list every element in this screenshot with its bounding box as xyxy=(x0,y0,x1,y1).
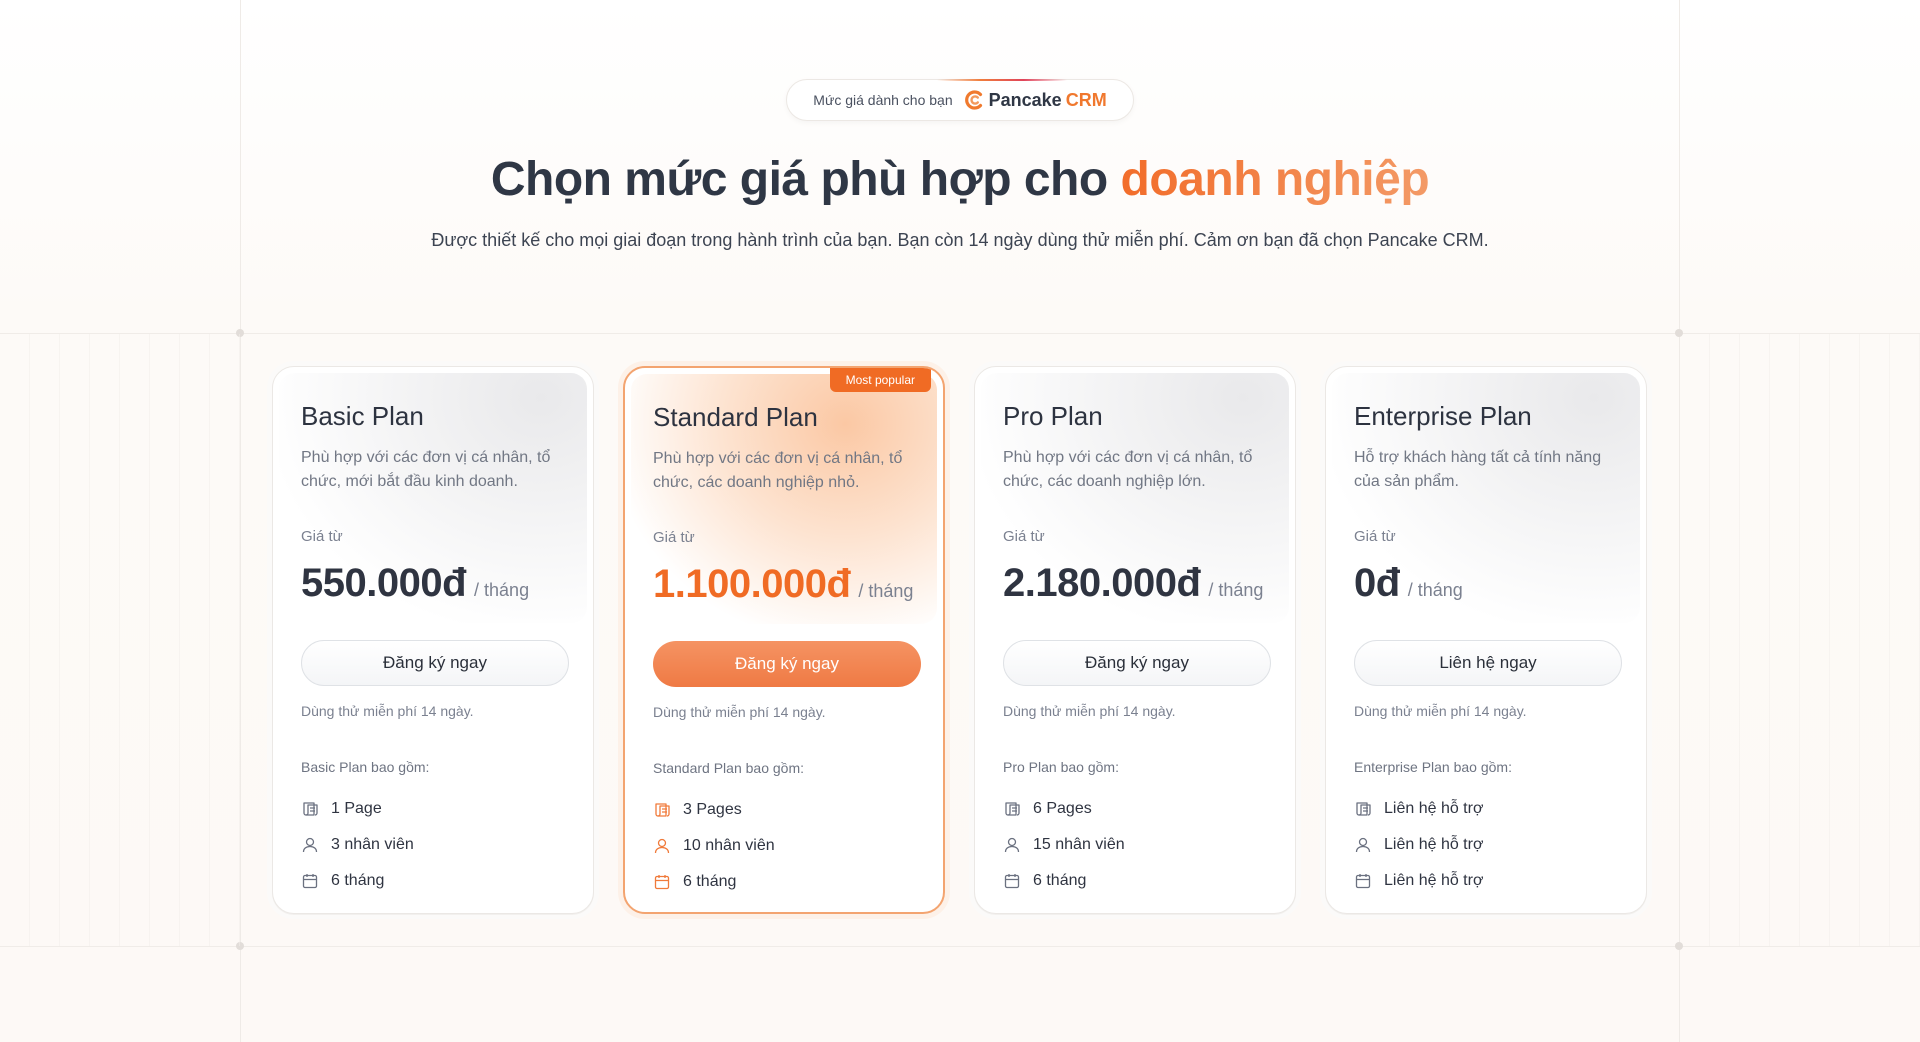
feature-text: 3 nhân viên xyxy=(331,836,414,853)
contact-button[interactable]: Liên hệ ngay xyxy=(1354,640,1622,686)
feature-list: 6 Pages 15 nhân viên 6 tháng xyxy=(1003,791,1267,899)
feature-text: 6 tháng xyxy=(331,872,385,889)
feature-text: 3 Pages xyxy=(683,801,742,818)
logo-suffix: CRM xyxy=(1065,89,1107,110)
feature-list: 1 Page 3 nhân viên 6 tháng xyxy=(301,791,565,899)
user-icon xyxy=(1003,836,1021,854)
plan-price: 2.180.000đ xyxy=(1003,561,1201,605)
feature-text: Liên hệ hỗ trợ xyxy=(1384,800,1484,817)
plan-card-pro: Pro Plan Phù hợp với các đơn vị cá nhân,… xyxy=(974,366,1296,914)
feature-text: Liên hệ hỗ trợ xyxy=(1384,836,1484,853)
plan-name: Standard Plan xyxy=(653,402,818,432)
feature-text: 6 tháng xyxy=(683,873,737,890)
pages-icon xyxy=(653,801,671,819)
includes-label: Enterprise Plan bao gồm: xyxy=(1354,759,1512,775)
price-period: / tháng xyxy=(1208,580,1264,600)
plan-card-standard: Most popular Standard Plan Phù hợp với c… xyxy=(623,366,945,914)
plan-description: Hỗ trợ khách hàng tất cả tính năng của s… xyxy=(1354,449,1602,490)
feature-item: 10 nhân viên xyxy=(653,828,915,864)
feature-text: 6 Pages xyxy=(1033,800,1092,817)
plan-name: Pro Plan xyxy=(1003,401,1103,431)
pages-icon xyxy=(301,800,319,818)
feature-text: 15 nhân viên xyxy=(1033,836,1125,853)
pancake-logo-icon xyxy=(964,90,982,110)
price-label: Giá từ xyxy=(1003,528,1045,545)
side-pattern-left xyxy=(0,334,240,946)
plan-card-basic: Basic Plan Phù hợp với các đơn vị cá nhâ… xyxy=(272,366,594,914)
plan-description: Phù hợp với các đơn vị cá nhân, tổ chức,… xyxy=(653,450,903,491)
trial-note: Dùng thử miễn phí 14 ngày. xyxy=(1003,703,1176,719)
most-popular-badge: Most popular xyxy=(829,368,931,392)
pages-icon xyxy=(1354,800,1372,818)
feature-text: 1 Page xyxy=(331,800,382,817)
feature-list: 3 Pages 10 nhân viên 6 tháng xyxy=(653,792,915,900)
price-label: Giá từ xyxy=(653,529,695,546)
feature-text: 10 nhân viên xyxy=(683,837,775,854)
plan-price: 1.100.000đ xyxy=(653,562,851,606)
includes-label: Standard Plan bao gồm: xyxy=(653,760,804,776)
price-period: / tháng xyxy=(474,580,530,600)
pancake-crm-logo: Pancake CRM xyxy=(964,89,1107,111)
feature-item: Liên hệ hỗ trợ xyxy=(1354,791,1618,827)
feature-list: Liên hệ hỗ trợ Liên hệ hỗ trợ Liên hệ hỗ… xyxy=(1354,791,1618,899)
page-subtitle: Được thiết kế cho mọi giai đoạn trong hà… xyxy=(431,230,1489,250)
badge-text: Mức giá dành cho bạn xyxy=(813,92,953,108)
feature-item: 6 Pages xyxy=(1003,791,1267,827)
feature-text: 6 tháng xyxy=(1033,872,1087,889)
feature-item: 3 nhân viên xyxy=(301,827,565,863)
plan-description: Phù hợp với các đơn vị cá nhân, tổ chức,… xyxy=(301,449,551,490)
frame-line-top xyxy=(0,333,1920,334)
title-main: Chọn mức giá phù hợp cho xyxy=(490,153,1121,206)
user-icon xyxy=(1354,836,1372,854)
feature-text: Liên hệ hỗ trợ xyxy=(1384,872,1484,889)
pages-icon xyxy=(1003,800,1021,818)
plan-price: 0đ xyxy=(1354,561,1400,605)
side-pattern-right xyxy=(1680,334,1920,946)
pricing-page: Mức giá dành cho bạn Pancake CRM Chọn mứ… xyxy=(0,0,1920,1042)
price-period: / tháng xyxy=(1407,580,1463,600)
frame-line-bottom xyxy=(0,946,1920,947)
feature-item: 1 Page xyxy=(301,791,565,827)
logo-name: Pancake xyxy=(988,89,1062,110)
feature-item: 15 nhân viên xyxy=(1003,827,1267,863)
pricing-badge: Mức giá dành cho bạn Pancake CRM xyxy=(786,79,1134,121)
includes-label: Basic Plan bao gồm: xyxy=(301,759,430,775)
page-title: Chọn mức giá phù hợp cho doanh nghiệp xyxy=(0,152,1920,207)
plan-name: Enterprise Plan xyxy=(1354,401,1532,431)
feature-item: 3 Pages xyxy=(653,792,915,828)
feature-item: 6 tháng xyxy=(1003,863,1267,899)
feature-item: Liên hệ hỗ trợ xyxy=(1354,863,1618,899)
price-label: Giá từ xyxy=(301,528,343,545)
price-period: / tháng xyxy=(858,581,914,601)
register-button[interactable]: Đăng ký ngay xyxy=(1003,640,1271,686)
feature-item: Liên hệ hỗ trợ xyxy=(1354,827,1618,863)
includes-label: Pro Plan bao gồm: xyxy=(1003,759,1119,775)
plan-card-enterprise: Enterprise Plan Hỗ trợ khách hàng tất cả… xyxy=(1325,366,1647,914)
user-icon xyxy=(301,836,319,854)
user-icon xyxy=(653,837,671,855)
trial-note: Dùng thử miễn phí 14 ngày. xyxy=(653,704,826,720)
calendar-icon xyxy=(1354,872,1372,890)
price-label: Giá từ xyxy=(1354,528,1396,545)
plan-price: 550.000đ xyxy=(301,561,467,605)
trial-note: Dùng thử miễn phí 14 ngày. xyxy=(301,703,474,719)
calendar-icon xyxy=(1003,872,1021,890)
register-button[interactable]: Đăng ký ngay xyxy=(653,641,921,687)
register-button[interactable]: Đăng ký ngay xyxy=(301,640,569,686)
trial-note: Dùng thử miễn phí 14 ngày. xyxy=(1354,703,1527,719)
plan-name: Basic Plan xyxy=(301,401,424,431)
calendar-icon xyxy=(653,873,671,891)
feature-item: 6 tháng xyxy=(653,864,915,900)
calendar-icon xyxy=(301,872,319,890)
plan-description: Phù hợp với các đơn vị cá nhân, tổ chức,… xyxy=(1003,449,1253,490)
feature-item: 6 tháng xyxy=(301,863,565,899)
title-accent: doanh nghiệp xyxy=(1120,153,1430,206)
